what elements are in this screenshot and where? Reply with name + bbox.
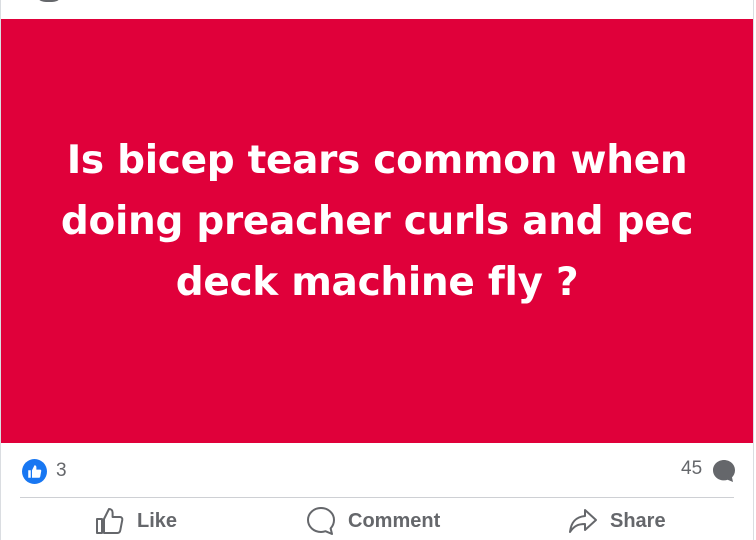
like-button-label: Like	[137, 509, 178, 532]
comment-outline-icon	[307, 507, 335, 535]
comment-bubble-icon[interactable]	[711, 458, 737, 484]
share-button-label: Share	[610, 509, 666, 532]
reaction-count[interactable]: 3	[56, 460, 67, 482]
like-reaction-icon[interactable]	[22, 459, 47, 484]
post-image[interactable]: Is bicep tears common when doing preache…	[1, 19, 753, 443]
share-button[interactable]: Share	[567, 502, 666, 540]
comment-button-label: Comment	[348, 509, 441, 532]
share-arrow-icon	[569, 509, 597, 533]
reactions-bar: 3 45	[0, 443, 754, 497]
action-bar: Like Comment Share	[0, 498, 754, 540]
avatar[interactable]	[34, 0, 64, 2]
comment-button[interactable]: Comment	[305, 502, 440, 540]
thumbs-up-icon	[28, 465, 42, 478]
thumbs-up-outline-icon	[96, 508, 124, 534]
like-button[interactable]: Like	[94, 502, 177, 540]
post-image-text: Is bicep tears common when doing preache…	[60, 137, 694, 305]
post-card: Is bicep tears common when doing preache…	[0, 0, 756, 540]
comment-count[interactable]: 45	[681, 458, 702, 480]
